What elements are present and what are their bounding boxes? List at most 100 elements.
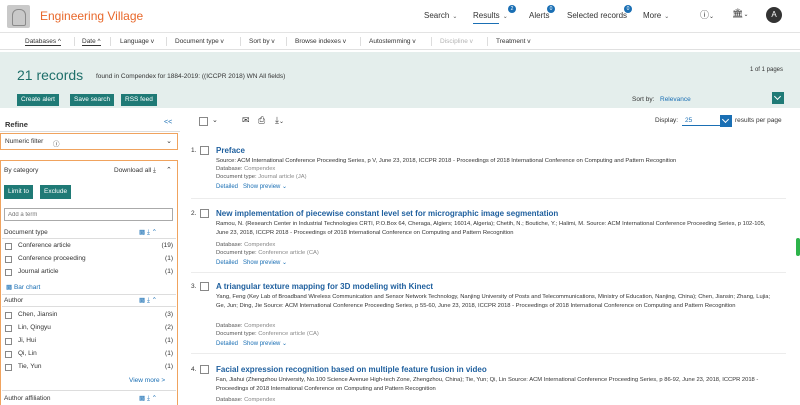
facet-author[interactable]: Tie, Yun (1) [4, 362, 174, 373]
facet-name: Tie, Yun [18, 363, 42, 370]
numeric-filter[interactable]: Numeric filter ⓘ ⌄ [0, 133, 178, 150]
download-icon[interactable]: ⤓ [147, 229, 150, 236]
collapse-icon[interactable]: ⌃ [152, 229, 157, 236]
download-icon[interactable]: ⤓ [147, 297, 150, 304]
detailed-link[interactable]: Detailed [216, 260, 238, 266]
result-title[interactable]: Preface [216, 146, 245, 155]
nav-selected-records[interactable]: Selected records [567, 11, 627, 20]
results-badge: 2 [508, 5, 516, 13]
checkbox[interactable] [5, 256, 12, 263]
chart-icon[interactable]: ▩ [139, 229, 145, 236]
records-query: found in Compendex for 1884-2019: ((ICCP… [96, 73, 286, 80]
checkbox[interactable] [5, 312, 12, 319]
filter-separator [360, 37, 361, 46]
collapse-icon[interactable]: ⌃ [152, 297, 157, 304]
result-database: Database: Compendex [216, 242, 276, 248]
records-count: 21 records [17, 67, 84, 83]
download-icon[interactable]: ⤓ [147, 395, 150, 402]
checkbox[interactable] [5, 325, 12, 332]
top-nav: Engineering Village Search ⌄ Results ⌄ 2 A… [0, 0, 800, 33]
collapse-category-icon[interactable]: ⌃ [166, 166, 172, 174]
nav-more[interactable]: More ⌄ [643, 11, 669, 20]
print-icon[interactable]: ⎙ [258, 115, 265, 126]
display-value[interactable]: 25 [685, 117, 692, 124]
help-icon[interactable]: ⓘ⌄ [700, 8, 714, 21]
avatar[interactable]: A [766, 7, 782, 23]
facet-doc-type[interactable]: Journal article (1) [4, 267, 174, 278]
checkbox[interactable] [5, 243, 12, 250]
show-preview-link[interactable]: Show preview ⌄ [243, 184, 287, 190]
facet-name: Lin, Qingyu [18, 324, 51, 331]
facet-author[interactable]: Lin, Qingyu (2) [4, 323, 174, 334]
result-title[interactable]: Facial expression recognition based on m… [216, 365, 487, 374]
detailed-link[interactable]: Detailed [216, 341, 238, 347]
facet-author[interactable]: Chen, Jiansin (3) [4, 310, 174, 321]
facet-doc-type[interactable]: Conference proceeding (1) [4, 254, 174, 265]
affiliation-tools[interactable]: ▩ ⤓ ⌃ [139, 394, 157, 403]
checkbox[interactable] [5, 338, 12, 345]
display-label: Display: [655, 117, 679, 124]
filter-browse-indexes[interactable]: Browse indexes v [295, 38, 346, 45]
result-checkbox[interactable] [200, 146, 209, 155]
doc-type-tools[interactable]: ▩ ⤓ ⌃ [139, 228, 157, 237]
result-checkbox[interactable] [200, 282, 209, 291]
filter-language[interactable]: Language v [120, 38, 154, 45]
show-preview-link[interactable]: Show preview ⌄ [243, 260, 287, 266]
nav-search[interactable]: Search ⌄ [424, 11, 457, 20]
filter-autostemming[interactable]: Autostemming v [369, 38, 416, 45]
brand-title[interactable]: Engineering Village [40, 9, 143, 23]
result-title[interactable]: New implementation of piecewise constant… [216, 209, 558, 218]
numeric-filter-label: Numeric filter [5, 138, 44, 145]
author-label: Author [4, 297, 24, 304]
sort-dropdown-icon[interactable] [772, 92, 784, 104]
display-dropdown-icon[interactable] [720, 115, 732, 127]
show-preview-link[interactable]: Show preview ⌄ [243, 341, 287, 347]
rss-feed-button[interactable]: RSS feed [121, 94, 157, 106]
chart-icon[interactable]: ▩ [139, 297, 145, 304]
add-term-input[interactable] [4, 208, 173, 221]
info-icon: ⓘ [53, 141, 60, 148]
nav-results-underline [473, 23, 499, 24]
bar-chart-link[interactable]: ▩ Bar chart [6, 283, 40, 291]
alerts-badge: 0 [547, 5, 555, 13]
doc-type-label: Document type [4, 229, 48, 236]
filter-sort-by[interactable]: Sort by v [249, 38, 275, 45]
detailed-link[interactable]: Detailed [216, 184, 238, 190]
filter-date[interactable]: Date ^ [82, 38, 101, 46]
library-icon[interactable]: 🏛⌄ [732, 8, 748, 19]
select-menu-chevron-icon[interactable]: ⌄ [212, 116, 218, 124]
nav-alerts[interactable]: Alerts [529, 11, 549, 20]
download-all-link[interactable]: Download all ⤓ [114, 167, 156, 175]
result-checkbox[interactable] [200, 365, 209, 374]
filter-separator [166, 37, 167, 46]
author-tools[interactable]: ▩ ⤓ ⌃ [139, 296, 157, 305]
filter-treatment[interactable]: Treatment v [496, 38, 530, 45]
collapse-icon[interactable]: ⌃ [152, 395, 157, 402]
checkbox[interactable] [5, 364, 12, 371]
select-all-checkbox[interactable] [199, 117, 208, 126]
result-checkbox[interactable] [200, 209, 209, 218]
filter-document-type[interactable]: Document type v [175, 38, 224, 45]
sort-select[interactable]: Relevance [660, 96, 691, 103]
save-search-button[interactable]: Save search [70, 94, 115, 106]
sort-label: Sort by: [632, 96, 655, 103]
elsevier-logo-icon[interactable] [7, 5, 30, 28]
facet-author[interactable]: Qi, Lin (1) [4, 349, 174, 360]
filter-databases[interactable]: Databases ^ [25, 38, 61, 46]
view-more-link[interactable]: View more > [129, 377, 165, 384]
collapse-refine-button[interactable]: << [164, 119, 172, 126]
email-icon[interactable]: ✉ [242, 115, 250, 126]
download-icon[interactable]: ⤓⌄ [275, 115, 284, 126]
create-alert-button[interactable]: Create alert [17, 94, 59, 106]
facet-doc-type[interactable]: Conference article (19) [4, 241, 174, 252]
feedback-tab[interactable] [796, 238, 800, 256]
facet-author[interactable]: Ji, Hui (1) [4, 336, 174, 347]
result-divider [191, 353, 786, 354]
nav-results[interactable]: Results ⌄ [473, 11, 508, 20]
limit-to-button[interactable]: Limit to [4, 185, 33, 199]
checkbox[interactable] [5, 269, 12, 276]
result-title[interactable]: A triangular texture mapping for 3D mode… [216, 282, 433, 291]
chart-icon[interactable]: ▩ [139, 395, 145, 402]
checkbox[interactable] [5, 351, 12, 358]
exclude-button[interactable]: Exclude [40, 185, 72, 199]
